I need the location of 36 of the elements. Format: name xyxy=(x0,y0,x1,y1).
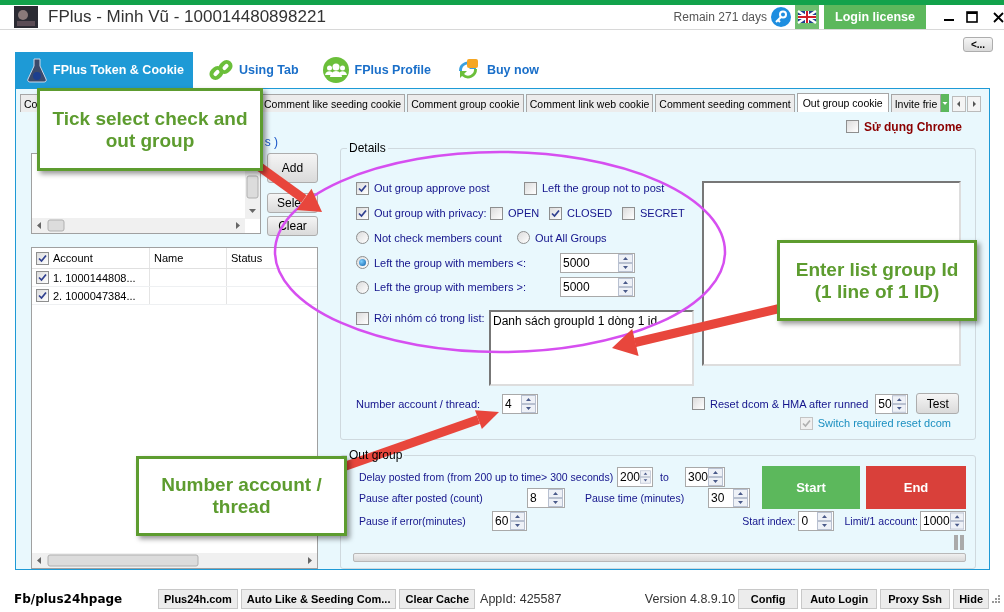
option-label: Out group approve post xyxy=(374,182,490,195)
annotation-tooltip: Enter list group Id (1 line of 1 ID) xyxy=(777,240,977,321)
field-label: Delay posted from (from 200 up to time> 300 seconds) xyxy=(359,470,615,483)
field-label: Pause after posted (count) xyxy=(359,491,484,504)
option-label: Left the group with members >: xyxy=(374,281,526,294)
app-id: AppId: 425587 xyxy=(480,591,562,606)
version-text: Version 4.8.9.10 xyxy=(644,591,736,606)
remaining-days: Remain 271 days xyxy=(673,10,767,24)
group-title: Details xyxy=(348,141,387,155)
field-label: Limit/1 account: xyxy=(844,515,918,527)
field-label: to xyxy=(660,470,670,483)
option-label: Rời nhóm có trong list: xyxy=(374,312,485,325)
column-header: Name xyxy=(154,252,184,264)
field-label: Start index: xyxy=(742,515,796,527)
option-label: SECRET xyxy=(640,207,685,220)
field-label: Pause if error(minutes) xyxy=(359,515,467,527)
table-cell: 2. 1000047384... xyxy=(53,289,136,302)
option-label: Left the group with members <: xyxy=(374,256,526,269)
field-label: Pause time (minutes) xyxy=(585,491,686,504)
option-label: Out All Groups xyxy=(535,231,607,244)
window-title: FPlus - Minh Vũ - 100014480898221 xyxy=(48,7,326,27)
option-label: Reset dcom & HMA after runned xyxy=(710,397,869,410)
column-header: Account xyxy=(53,252,93,264)
option-label: Not check members count xyxy=(374,231,502,244)
column-header: Status xyxy=(231,252,263,264)
option-label: Switch required reset dcom xyxy=(817,417,951,430)
option-label: Sử dụng Chrome xyxy=(863,119,962,134)
option-label: Left the group not to post xyxy=(542,182,665,195)
annotation-tooltip: Number account / thread xyxy=(136,456,347,536)
option-label: CLOSED xyxy=(567,207,613,220)
option-label: Out group with privacy: xyxy=(374,207,487,220)
field-label: Number account / thread: xyxy=(356,397,482,410)
table-cell: 1. 1000144808... xyxy=(53,271,136,284)
option-label: OPEN xyxy=(508,207,540,220)
annotation-tooltip: Tick select check and out group xyxy=(37,88,263,171)
caption-text: s ) xyxy=(264,134,278,149)
